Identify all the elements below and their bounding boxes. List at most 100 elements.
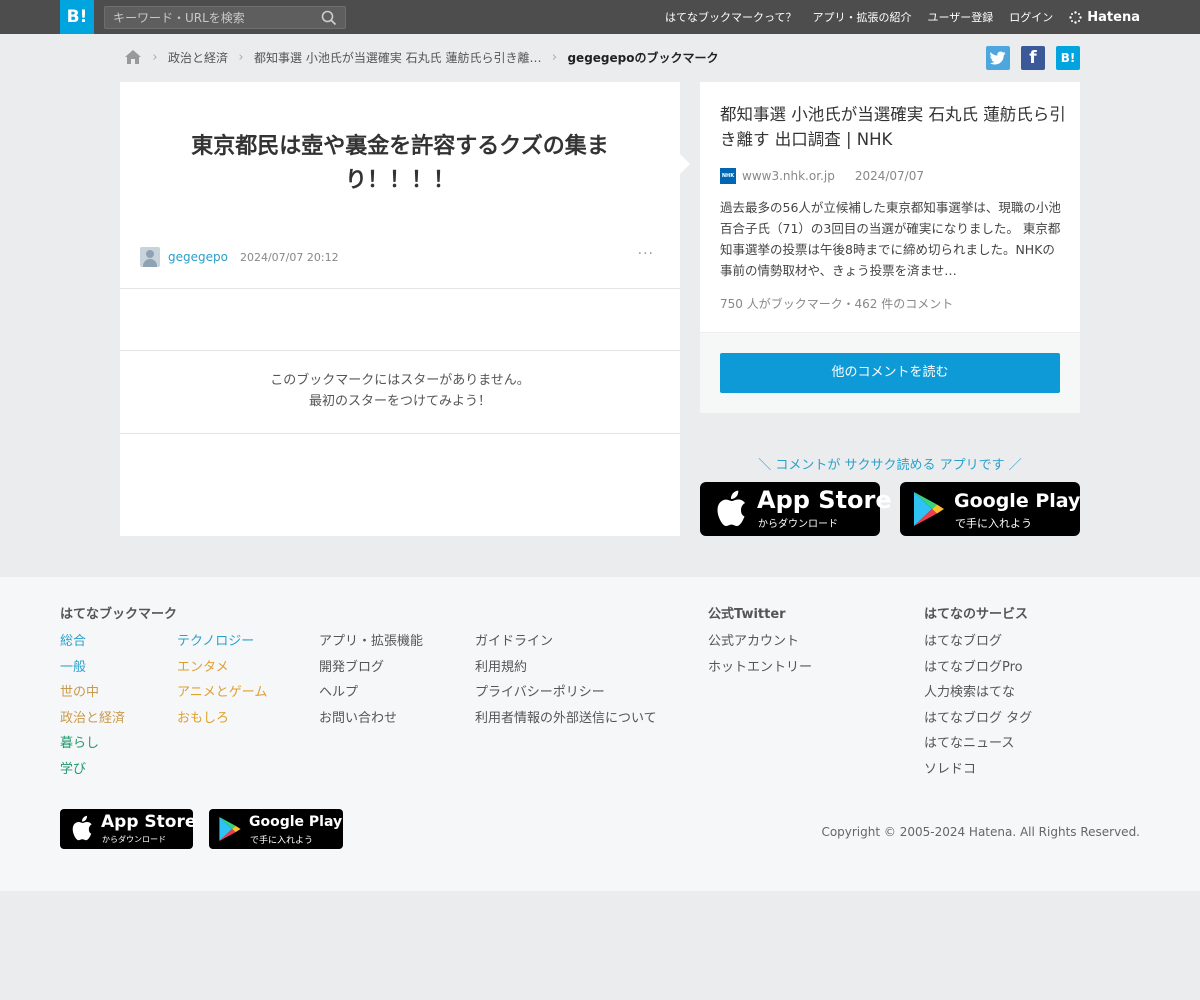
footer-link[interactable]: 暮らし [60, 731, 125, 757]
footer-title-twitter: 公式Twitter [708, 607, 786, 622]
app-store-label: App Store [757, 486, 892, 514]
footer-link[interactable]: 世の中 [60, 680, 125, 706]
footer-link[interactable]: お問い合わせ [319, 706, 423, 732]
search-icon[interactable] [321, 10, 337, 26]
nav-login[interactable]: ログイン [1009, 9, 1053, 25]
footer-link[interactable]: 利用規約 [475, 655, 657, 681]
footer-link[interactable]: 一般 [60, 655, 125, 681]
search-box[interactable] [104, 6, 346, 29]
footer-link[interactable]: はてなブログPro [924, 655, 1032, 681]
footer-col-categories-1: 総合 一般 世の中 政治と経済 暮らし 学び [60, 629, 125, 783]
hatena-bookmark-logo[interactable]: B! [60, 0, 94, 34]
entry-description: 過去最多の56人が立候補した東京都知事選挙は、現職の小池百合子氏（71）の3回目… [720, 200, 1061, 278]
twitter-icon [990, 51, 1006, 65]
no-star-line-1: このブックマークにはスターがありません。 [270, 373, 530, 388]
bookmark-user-row: gegegepo 2024/07/07 20:12 ··· [140, 246, 660, 268]
top-bar: B! はてなブックマークって？ アプリ・拡張の紹介 ユーザー登録 ログイン Ha… [0, 0, 1200, 34]
breadcrumb-current: gegegepoのブックマーク [567, 50, 719, 65]
footer-app-store-sublabel: からダウンロード [102, 835, 166, 844]
chevron-right-icon: › [551, 49, 558, 65]
hatena-dots-icon [1069, 10, 1082, 24]
bookmark-card: 東京都民は壺や裏金を許容するクズの集まり！！！！ gegegepo 2024/0… [120, 82, 690, 536]
nhk-favicon-icon: NHK [720, 168, 736, 184]
nav-register[interactable]: ユーザー登録 [928, 9, 994, 25]
hatena-brand[interactable]: Hatena [1069, 10, 1140, 25]
nav-apps[interactable]: アプリ・拡張の紹介 [813, 9, 912, 25]
footer-google-play-sublabel: で手に入れよう [250, 836, 314, 846]
avatar[interactable] [140, 247, 160, 267]
facebook-share-button[interactable]: f [1021, 46, 1045, 70]
footer-app-store-label: App Store [101, 812, 197, 832]
footer-link[interactable]: 学び [60, 757, 125, 783]
hatena-share-button[interactable]: B! [1056, 46, 1080, 70]
footer-link[interactable]: ガイドライン [475, 629, 657, 655]
hatena-brand-label: Hatena [1087, 9, 1140, 25]
hatena-b-icon: B! [1060, 51, 1076, 65]
twitter-share-button[interactable] [986, 46, 1010, 70]
footer-link[interactable]: プライバシーポリシー [475, 680, 657, 706]
footer-link[interactable]: はてなブログ [924, 629, 1032, 655]
bookmark-datetime[interactable]: 2024/07/07 20:12 [240, 251, 339, 264]
entry-footer: 他のコメントを読む [700, 332, 1080, 413]
app-store-badge[interactable]: App Store からダウンロード [700, 482, 892, 536]
chevron-right-icon: › [238, 49, 244, 65]
footer-title-bookmark: はてなブックマーク [60, 607, 178, 622]
footer-col-info: アプリ・拡張機能 開発ブログ ヘルプ お問い合わせ [319, 629, 423, 731]
google-play-label: Google Play [954, 490, 1081, 512]
divider [120, 288, 680, 289]
footer-link[interactable]: 人力検索はてな [924, 680, 1032, 706]
entry-bookmark-count[interactable]: 750 人がブックマーク・462 件のコメント [720, 295, 953, 312]
breadcrumb: › 政治と経済 › 都知事選 小池氏が当選確実 石丸氏 蓮舫氏ら引き離… › g… [124, 47, 719, 67]
footer-link[interactable]: 総合 [60, 629, 125, 655]
bookmark-comment: 東京都民は壺や裏金を許容するクズの集まり！！！！ [191, 134, 609, 193]
footer-link[interactable]: 公式アカウント [708, 629, 812, 655]
search-input[interactable] [113, 9, 313, 26]
footer-link[interactable]: おもしろ [177, 706, 267, 732]
footer-col-policy: ガイドライン 利用規約 プライバシーポリシー 利用者情報の外部送信について [475, 629, 657, 731]
breadcrumb-entry[interactable]: 都知事選 小池氏が当選確実 石丸氏 蓮舫氏ら引き離… [254, 49, 541, 66]
breadcrumb-category[interactable]: 政治と経済 [168, 49, 228, 66]
nav-about[interactable]: はてなブックマークって？ [665, 9, 796, 25]
footer-link[interactable]: エンタメ [177, 655, 267, 681]
footer-link[interactable]: ホットエントリー [708, 655, 812, 681]
no-star-message: このブックマークにはスターがありません。 最初のスターをつけてみよう！ [120, 370, 680, 412]
app-promo-text: ＼ コメントが サクサク読める アプリです ／ [758, 458, 1022, 473]
footer-link[interactable]: はてなニュース [924, 731, 1032, 757]
divider [120, 433, 680, 434]
top-nav: はてなブックマークって？ アプリ・拡張の紹介 ユーザー登録 ログイン Haten… [649, 0, 1140, 34]
username-link[interactable]: gegegepo [168, 250, 228, 264]
share-buttons: f B! [986, 46, 1080, 70]
chevron-right-icon: › [152, 49, 158, 65]
google-play-badge[interactable]: Google Play で手に入れよう [900, 482, 1080, 536]
footer-link[interactable]: アニメとゲーム [177, 680, 267, 706]
more-options-icon[interactable]: ··· [638, 246, 654, 262]
footer-col-services: はてなブログ はてなブログPro 人力検索はてな はてなブログ タグ はてなニュ… [924, 629, 1032, 783]
entry-domain[interactable]: www3.nhk.or.jp [742, 169, 835, 183]
apple-icon [72, 815, 92, 841]
footer-col-twitter: 公式アカウント ホットエントリー [708, 629, 812, 680]
read-other-comments-button[interactable]: 他のコメントを読む [720, 353, 1060, 393]
entry-title-link[interactable]: 都知事選 小池氏が当選確実 石丸氏 蓮舫氏ら引き離す 出口調査 | NHK [720, 102, 1066, 152]
copyright: Copyright © 2005-2024 Hatena. All Rights… [821, 825, 1140, 839]
apple-icon [717, 490, 745, 526]
entry-date: 2024/07/07 [854, 169, 924, 183]
google-play-icon [219, 817, 241, 841]
footer-link[interactable]: はてなブログ タグ [924, 706, 1032, 732]
footer-link[interactable]: 利用者情報の外部送信について [475, 706, 657, 732]
footer-google-play-badge[interactable]: Google Play で手に入れよう [209, 809, 343, 849]
footer-link[interactable]: テクノロジー [177, 629, 267, 655]
app-store-sublabel: からダウンロード [758, 519, 838, 530]
footer: はてなブックマーク 総合 一般 世の中 政治と経済 暮らし 学び テクノロジー … [0, 577, 1200, 891]
google-play-icon [914, 492, 944, 526]
facebook-icon: f [1029, 48, 1037, 68]
footer-link[interactable]: アプリ・拡張機能 [319, 629, 423, 655]
footer-link[interactable]: ヘルプ [319, 680, 423, 706]
footer-link[interactable]: 政治と経済 [60, 706, 125, 732]
entry-card: 都知事選 小池氏が当選確実 石丸氏 蓮舫氏ら引き離す 出口調査 | NHK NH… [700, 82, 1080, 413]
footer-link[interactable]: 開発ブログ [319, 655, 423, 681]
divider [120, 350, 680, 351]
entry-source: NHK www3.nhk.or.jp 2024/07/07 [720, 168, 924, 184]
footer-link[interactable]: ソレドコ [924, 757, 1032, 783]
home-icon[interactable] [124, 49, 142, 65]
footer-app-store-badge[interactable]: App Store からダウンロード [60, 809, 197, 849]
